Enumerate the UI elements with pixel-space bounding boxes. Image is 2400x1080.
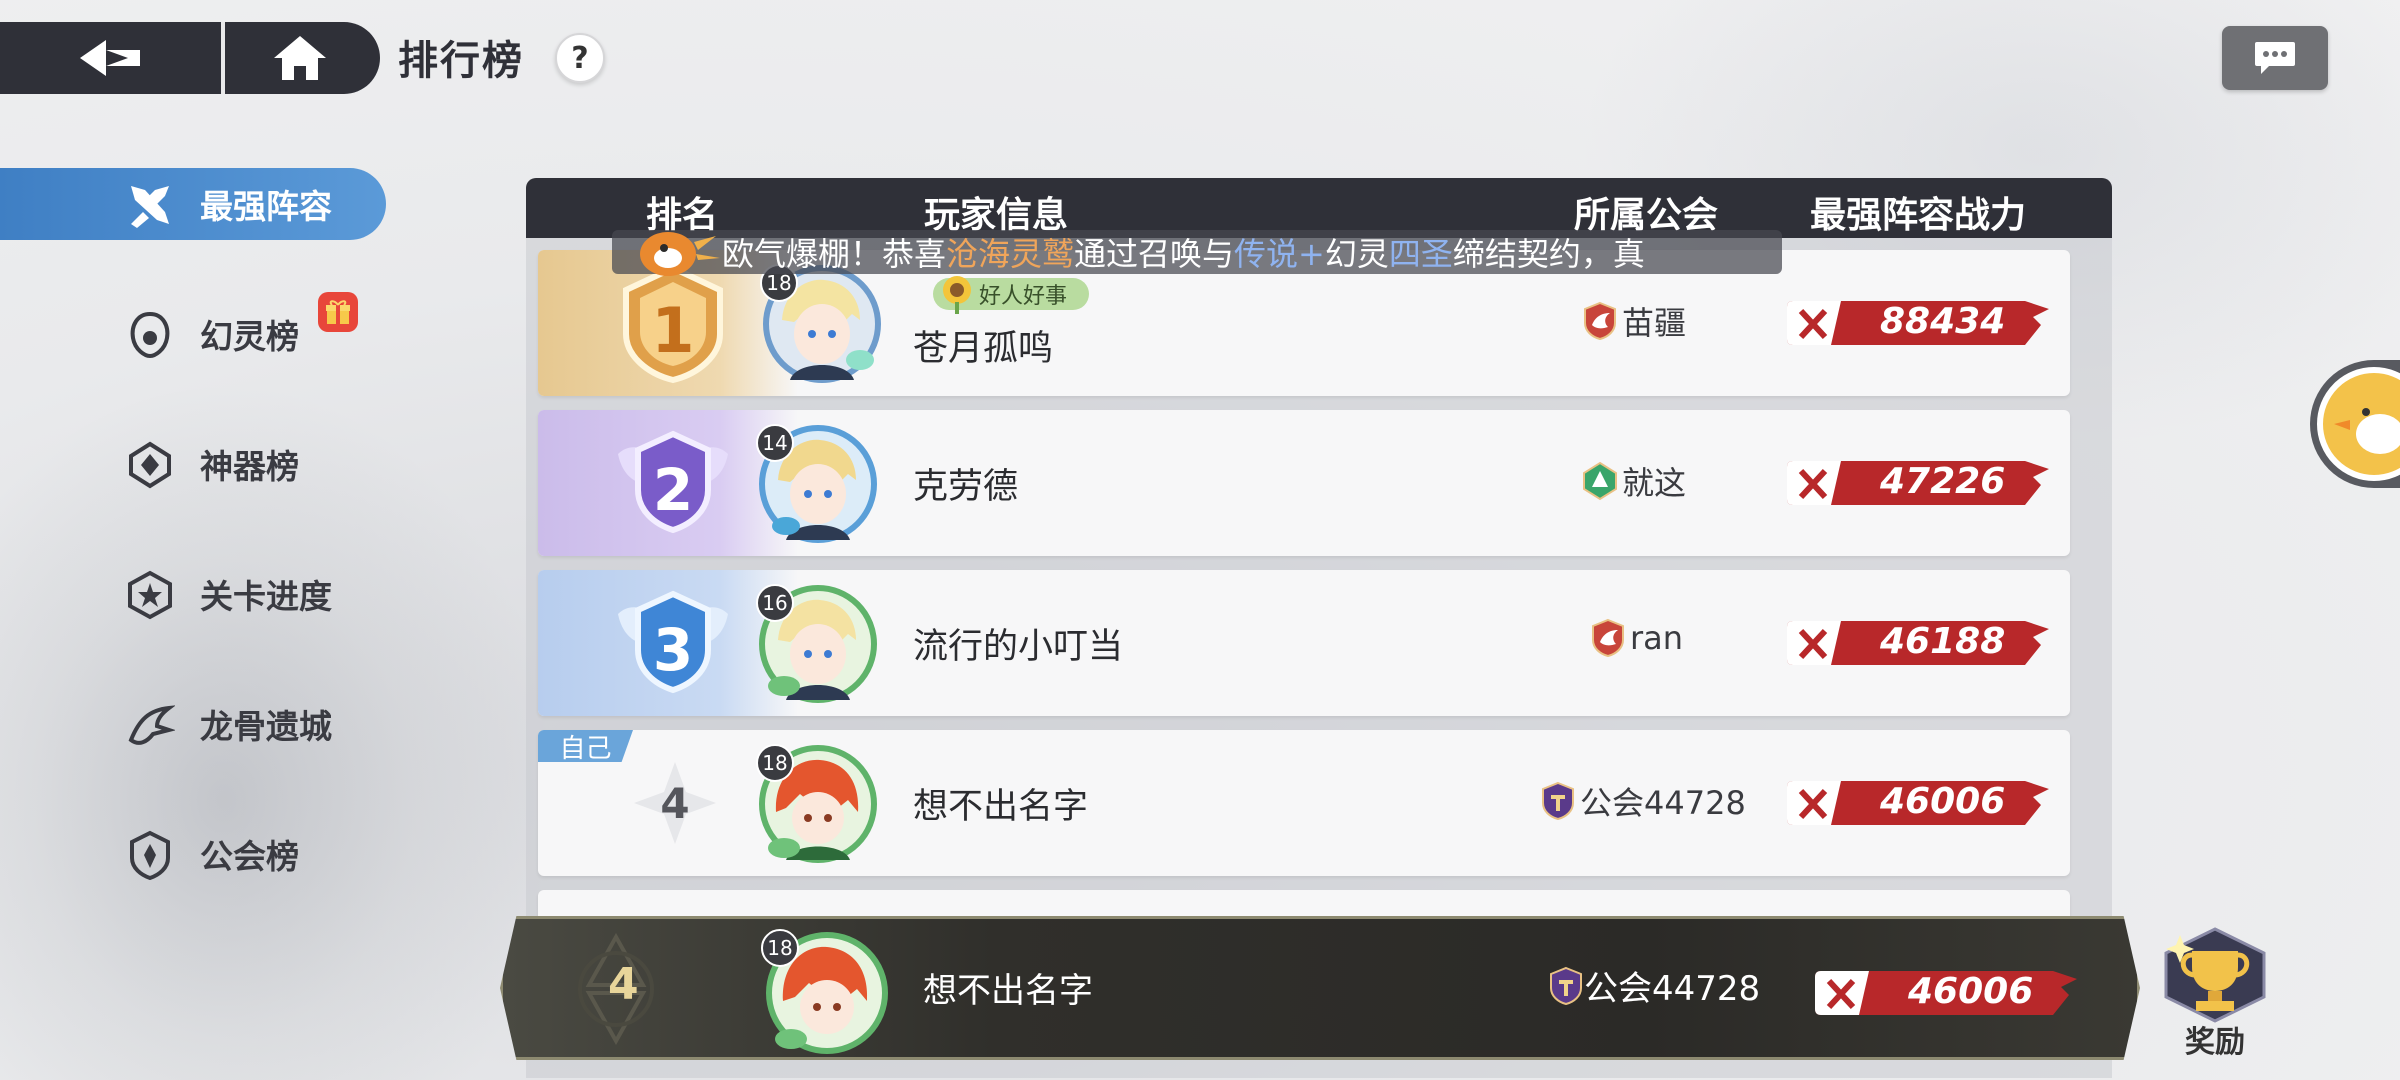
top-nav-bar <box>0 22 380 94</box>
guild-emblem-icon <box>1550 966 1582 1005</box>
rank-3-medal-icon: 3 <box>618 590 728 694</box>
sidebar-item-label: 龙骨遗城 <box>200 707 332 746</box>
back-button[interactable] <box>0 22 225 94</box>
svg-text:1: 1 <box>651 294 694 367</box>
guild-emblem-icon <box>1542 781 1574 821</box>
sidebar-item-dragon-bone-city[interactable]: 龙骨遗城 <box>0 688 390 760</box>
player-level-badge: 16 <box>756 584 794 622</box>
sidebar-item-label: 关卡进度 <box>200 577 332 616</box>
guild-name: ran <box>1630 619 1684 657</box>
power-badge: 46188 <box>1785 615 2055 671</box>
banner-text-mid2: 幻灵 <box>1324 235 1389 273</box>
sidebar-item-label: 最强阵容 <box>200 187 332 226</box>
home-button[interactable] <box>225 22 375 94</box>
rank-4-badge-icon: 4 <box>634 762 716 844</box>
my-level-badge: 18 <box>761 929 799 967</box>
banner-spirit-name: 四圣 <box>1388 235 1453 273</box>
chat-bubble-icon <box>2255 42 2295 74</box>
rank-1-medal-icon: 1 <box>623 264 723 384</box>
sidebar-item-label: 神器榜 <box>200 447 299 486</box>
guild-emblem-icon <box>1583 461 1617 501</box>
my-guild-name: 公会44728 <box>1584 969 1761 1009</box>
bird-mascot-icon <box>640 232 720 276</box>
sidebar-item-label: 公会榜 <box>200 837 299 876</box>
guild-name: 就这 <box>1622 464 1687 502</box>
guild-name: 苗疆 <box>1622 304 1687 342</box>
guild-shield-icon <box>130 830 170 880</box>
sidebar-item-strongest-lineup[interactable]: 最强阵容 <box>0 168 386 240</box>
guild-name: 公会44728 <box>1580 784 1746 822</box>
page-title: 排行榜 <box>398 38 524 84</box>
banner-text-mid1: 通过召唤与 <box>1074 235 1235 273</box>
trophy-icon <box>2164 927 2266 1023</box>
table-row[interactable]: 3 16 流行的小叮当 ran 46188 <box>538 570 2070 716</box>
guild-cell[interactable]: 就这 <box>1582 458 1686 504</box>
svg-text:4: 4 <box>660 779 689 828</box>
spirit-icon <box>130 311 170 359</box>
my-rank-number: 4 <box>608 959 639 1010</box>
my-guild-cell: 公会44728 <box>1548 961 1760 1010</box>
player-level-badge: 18 <box>756 744 794 782</box>
player-title-tag: 好人好事 <box>933 276 1090 314</box>
player-name: 流行的小叮当 <box>913 627 1124 667</box>
help-button[interactable]: ? <box>555 33 605 83</box>
sunflower-icon <box>943 276 971 314</box>
guild-emblem-icon <box>1592 618 1624 658</box>
banner-rarity: 传说+ <box>1234 235 1325 273</box>
home-icon <box>274 36 326 80</box>
sidebar-item-stage-progress[interactable]: 关卡进度 <box>0 558 390 630</box>
table-row[interactable]: 2 14 克劳德 就这 47226 <box>538 410 2070 556</box>
reward-label: 奖励 <box>2185 1025 2245 1060</box>
guild-cell[interactable]: 苗疆 <box>1582 298 1686 344</box>
crossed-swords-icon <box>131 186 169 228</box>
my-rank-bar[interactable]: 4 18 想不出名字 公会44728 46006 <box>500 916 2140 1060</box>
self-tag: 自己 <box>538 730 633 762</box>
sidebar-item-guild-rank[interactable]: 公会榜 <box>0 818 390 890</box>
banner-player-name: 沧海灵鹫 <box>946 235 1075 273</box>
stage-icon <box>128 570 172 620</box>
my-power-value: 46006 <box>1908 971 2034 1012</box>
guild-emblem-icon <box>1584 301 1616 341</box>
my-name: 想不出名字 <box>923 971 1093 1011</box>
power-value: 46188 <box>1880 621 2006 662</box>
sidebar-item-artifact-rank[interactable]: 神器榜 <box>0 428 390 500</box>
player-name: 想不出名字 <box>913 787 1089 827</box>
player-title-label: 好人好事 <box>979 284 1068 309</box>
sidebar-item-label: 幻灵榜 <box>200 317 299 356</box>
dragon-bone-icon <box>128 705 175 745</box>
rank-2-medal-icon: 2 <box>618 430 728 534</box>
column-header-power: 最强阵容战力 <box>1810 195 2027 236</box>
back-arrow-icon <box>79 40 140 76</box>
artifact-icon <box>129 441 171 489</box>
power-badge: 47226 <box>1785 455 2055 511</box>
banner-text-prefix: 欧气爆棚！恭喜 <box>722 235 947 273</box>
svg-text:3: 3 <box>653 616 693 684</box>
reward-button[interactable]: 奖励 <box>2156 925 2274 1065</box>
my-power-badge: 46006 <box>1813 965 2083 1021</box>
banner-text-suffix: 缔结契约，真 <box>1452 235 1645 273</box>
power-value: 46006 <box>1880 781 2006 822</box>
power-value: 47226 <box>1880 461 2006 502</box>
table-row[interactable]: 自己 4 18 想不出名字 公会44728 46006 <box>538 730 2070 876</box>
sidebar: 最强阵容 幻灵榜 神器榜 关卡进度 龙骨遗城 公会榜 <box>0 168 390 880</box>
power-badge: 88434 <box>1785 295 2055 351</box>
announcement-banner: 欧气爆棚！恭喜 沧海灵鹫 通过召唤与 传说+ 幻灵 四圣 缔结契约，真 <box>612 230 1782 276</box>
player-level-badge: 14 <box>756 424 794 462</box>
player-name: 克劳德 <box>913 467 1019 507</box>
gift-icon <box>318 292 358 332</box>
chat-button[interactable] <box>2222 26 2328 90</box>
guild-cell[interactable]: ran <box>1590 618 1683 658</box>
power-badge: 46006 <box>1785 775 2055 831</box>
power-value: 88434 <box>1880 301 2006 342</box>
guild-cell[interactable]: 公会44728 <box>1540 778 1746 824</box>
sidebar-item-spirit-rank[interactable]: 幻灵榜 <box>0 292 390 370</box>
svg-text:2: 2 <box>653 456 693 524</box>
player-name: 苍月孤鸣 <box>913 329 1054 369</box>
